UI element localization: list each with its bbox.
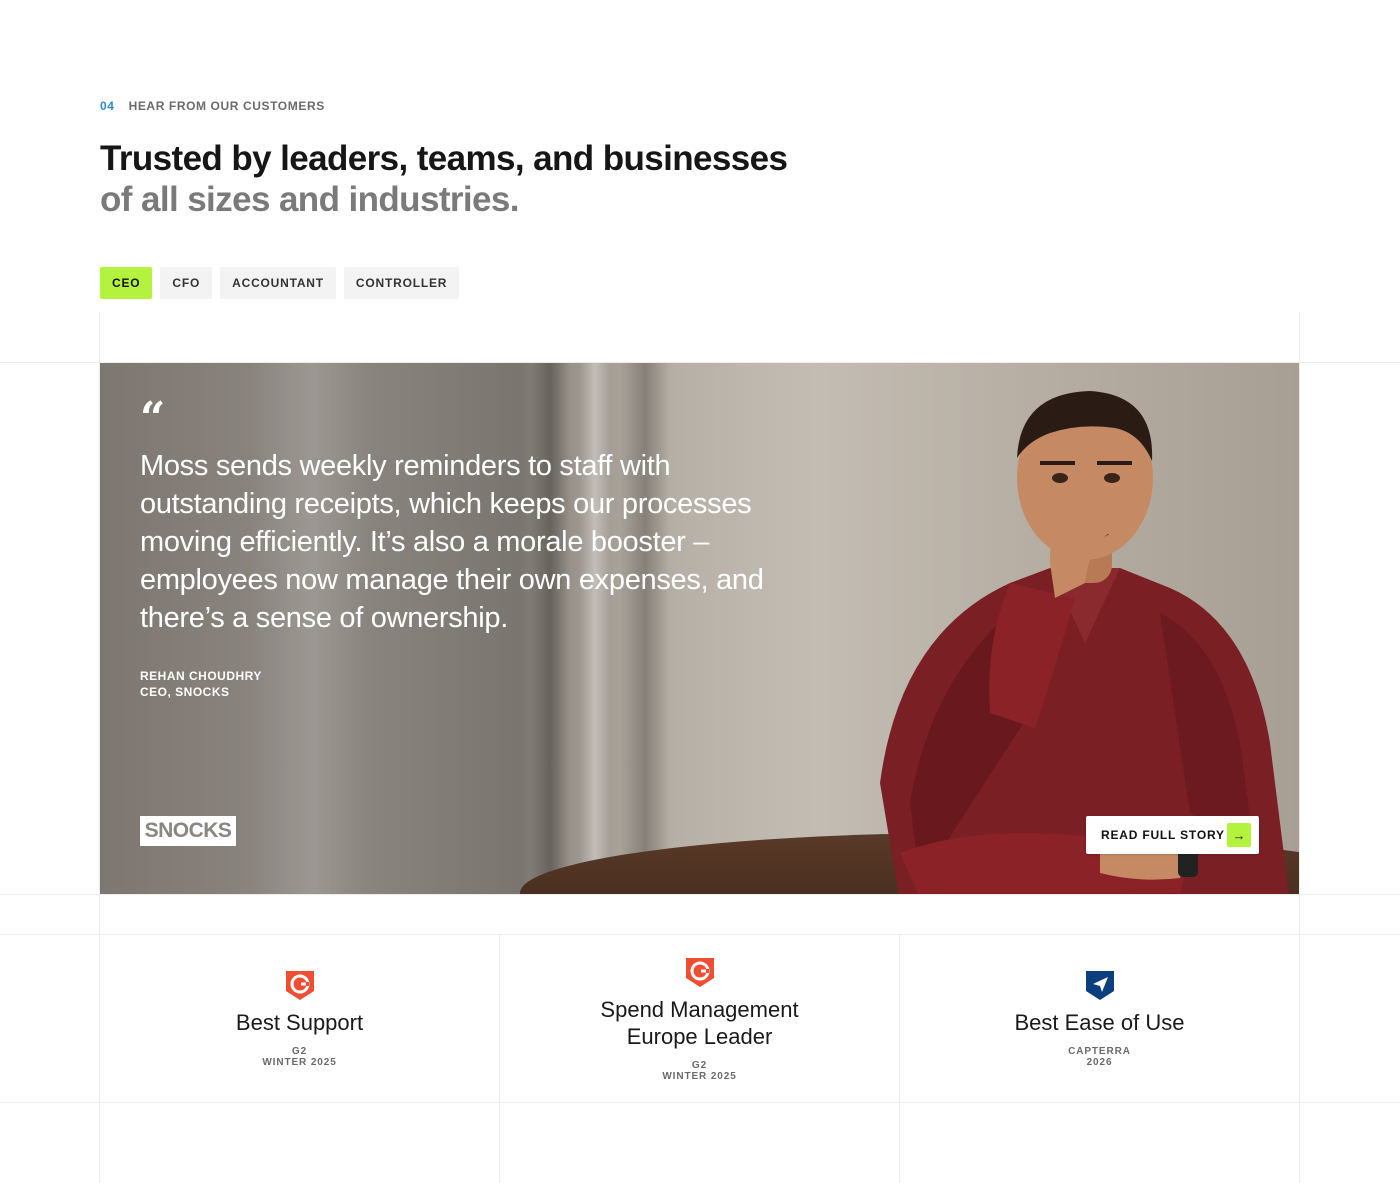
award-card: Best Ease of Use CAPTERRA 2026: [900, 935, 1299, 1102]
role-tabs: CEO CFO ACCOUNTANT CONTROLLER: [100, 267, 460, 299]
g2-badge-icon: [285, 971, 314, 1000]
award-period: WINTER 2025: [262, 1057, 337, 1068]
award-source-name: CAPTERRA: [1068, 1046, 1131, 1057]
award-source: CAPTERRA 2026: [1068, 1046, 1131, 1068]
award-card: Best Support G2 WINTER 2025: [100, 935, 499, 1102]
author-name: REHAN CHOUDHRY: [140, 669, 262, 683]
read-full-story-label: READ FULL STORY: [1101, 828, 1225, 842]
testimonial-quote: Moss sends weekly reminders to staff wit…: [140, 450, 764, 634]
headline-line-1: Trusted by leaders, teams, and businesse…: [100, 139, 788, 178]
award-source: G2 WINTER 2025: [262, 1046, 336, 1068]
tab-cfo[interactable]: CFO: [160, 267, 213, 299]
grid-line: [0, 894, 1400, 895]
award-source-name: G2: [691, 1059, 708, 1071]
award-source-name: G2: [291, 1046, 308, 1057]
testimonial-card: “ Moss sends weekly reminders to staff w…: [100, 363, 1299, 894]
section-number: 04: [100, 99, 115, 113]
grid-line: [1299, 312, 1300, 1183]
quote-icon: “: [140, 393, 166, 444]
award-title: Spend Management Europe Leader: [600, 996, 799, 1049]
testimonial-author: REHAN CHOUDHRY CEO, SNOCKS: [140, 668, 262, 700]
capterra-badge-icon: [1085, 971, 1114, 1000]
g2-badge-icon: [685, 957, 714, 987]
section-eyebrow: 04 HEAR FROM OUR CUSTOMERS: [100, 99, 325, 113]
section-label: HEAR FROM OUR CUSTOMERS: [128, 99, 325, 113]
headline-line-2: of all sizes and industries.: [100, 180, 519, 219]
arrow-right-icon: →: [1227, 823, 1251, 847]
award-period: WINTER 2025: [662, 1070, 737, 1082]
tab-ceo[interactable]: CEO: [100, 267, 153, 299]
award-title: Best Support: [235, 1010, 364, 1035]
company-logo: SNOCKS: [140, 816, 236, 846]
award-period: 2026: [1086, 1057, 1113, 1068]
award-source: G2 WINTER 2025: [662, 1060, 736, 1082]
tab-controller[interactable]: CONTROLLER: [343, 267, 460, 299]
page-title: Trusted by leaders, teams, and businesse…: [100, 138, 900, 220]
read-full-story-button[interactable]: READ FULL STORY →: [1086, 816, 1259, 854]
award-card: Spend Management Europe Leader G2 WINTER…: [500, 935, 899, 1102]
award-title: Best Ease of Use: [1014, 1010, 1185, 1035]
grid-line: [0, 1102, 1400, 1103]
author-role: CEO, SNOCKS: [140, 685, 230, 699]
tab-accountant[interactable]: ACCOUNTANT: [220, 267, 336, 299]
